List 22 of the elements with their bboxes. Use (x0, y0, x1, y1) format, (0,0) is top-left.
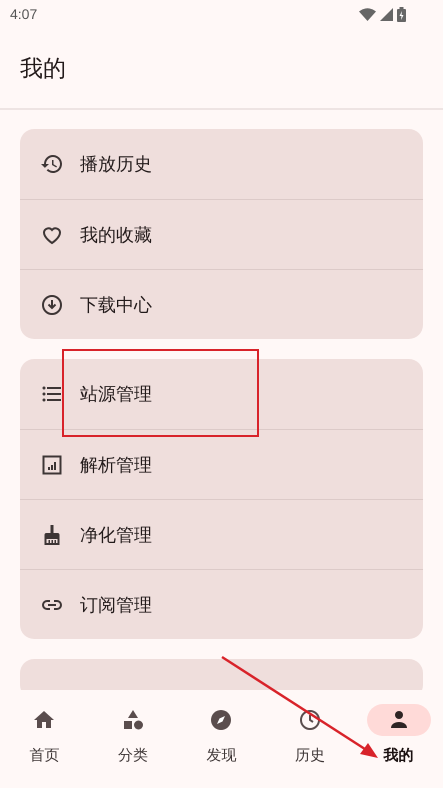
download-icon (40, 292, 64, 316)
menu-item[interactable]: 下载中心 (80, 292, 152, 316)
menu-item[interactable]: 解析管理 (80, 452, 152, 476)
battery-icon (397, 6, 406, 22)
menu-item[interactable]: 净化管理 (80, 522, 152, 546)
menu-item[interactable]: 播放历史 (80, 152, 152, 176)
clock-icon (298, 708, 322, 732)
menu-item[interactable]: 订阅管理 (80, 592, 152, 616)
status-time: 4:07 (10, 6, 38, 22)
menu-item[interactable]: 站源管理 (80, 382, 152, 406)
page-title: 我的 (20, 54, 66, 84)
nav-tab[interactable]: 我的 (354, 690, 443, 788)
history-icon (40, 152, 64, 176)
wifi-icon (359, 8, 376, 20)
menu-item[interactable]: 我的收藏 (80, 222, 152, 246)
nav-tab[interactable]: 首页 (0, 690, 89, 788)
compass-icon (209, 708, 234, 732)
nav-tab[interactable]: 发现 (177, 690, 266, 788)
nav-tab[interactable]: 历史 (266, 690, 354, 788)
chart-icon (40, 452, 64, 476)
signal-icon (380, 8, 393, 20)
nav-tab[interactable]: 分类 (88, 690, 178, 788)
